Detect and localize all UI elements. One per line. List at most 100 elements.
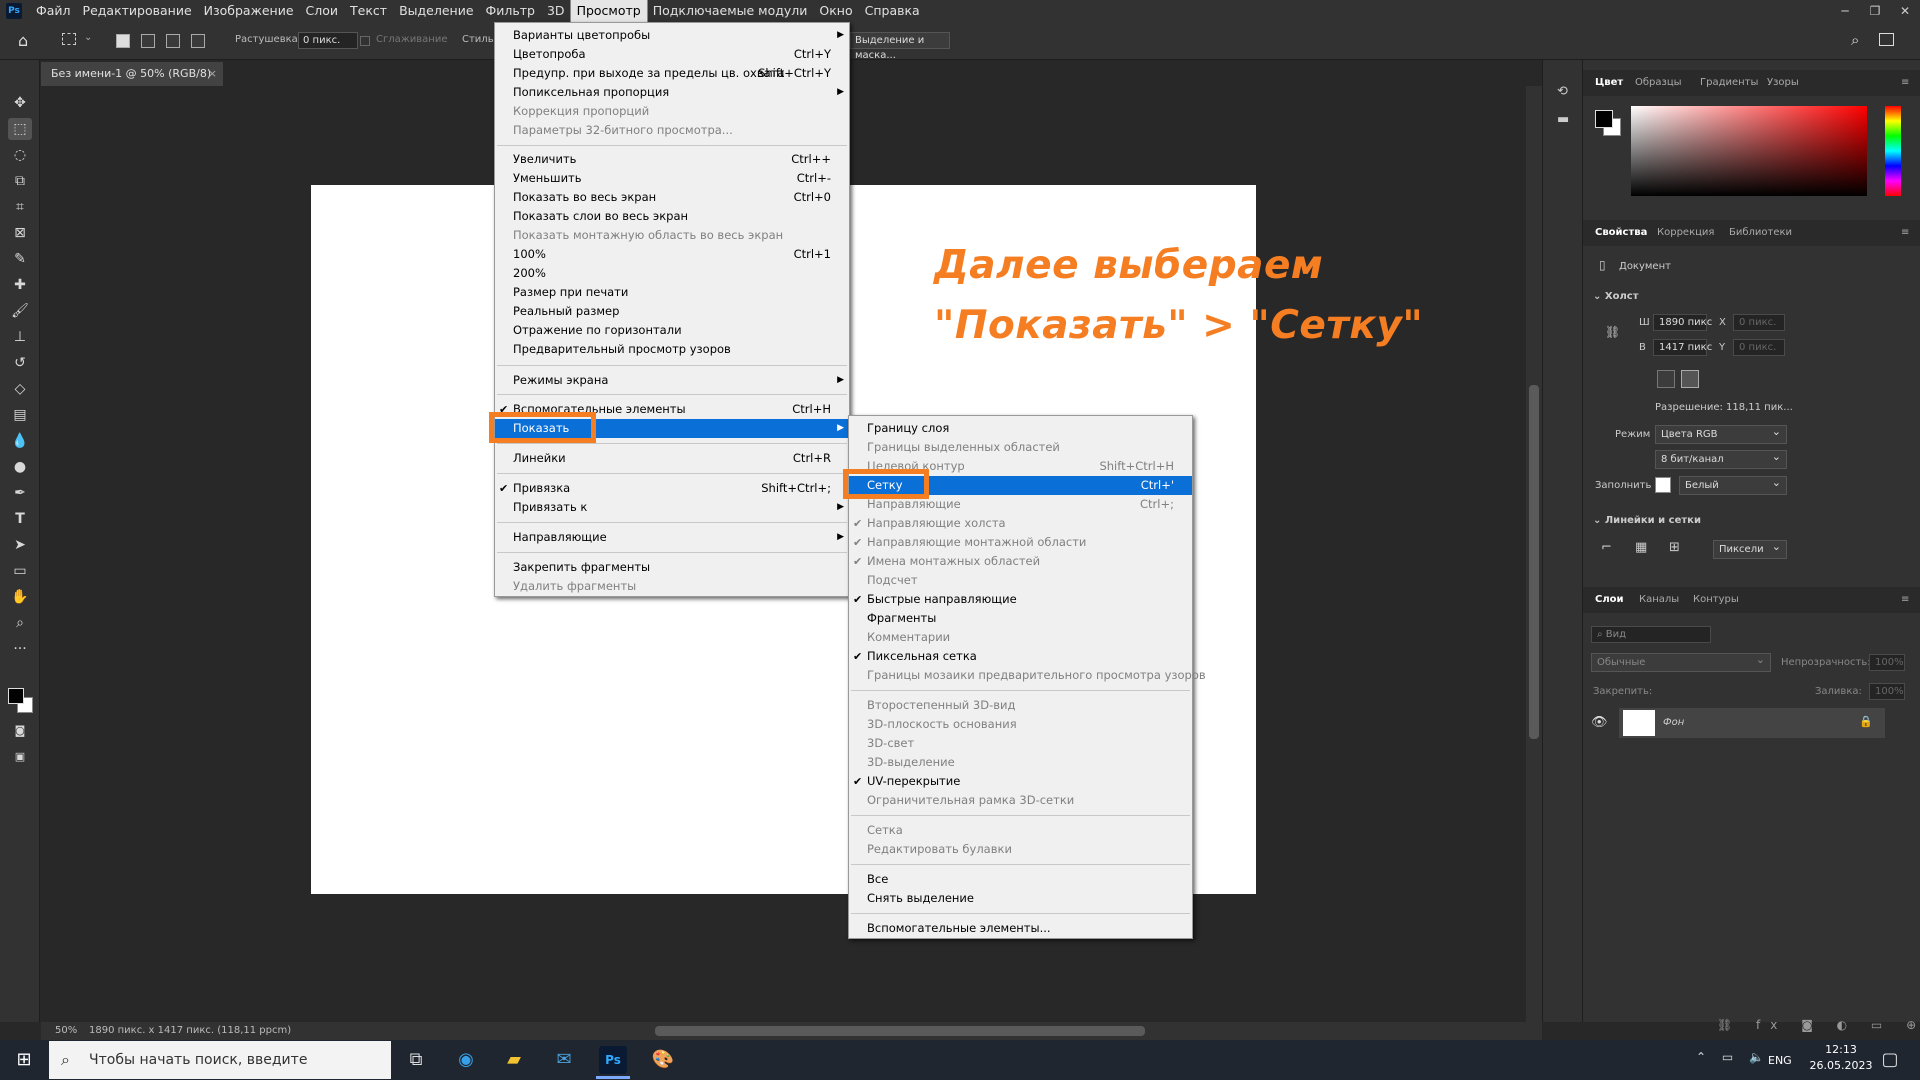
rulers-section-header[interactable]: ⌄ Линейки и сетки bbox=[1593, 515, 1701, 526]
tab-gradients[interactable]: Градиенты bbox=[1700, 70, 1758, 96]
taskbar-search[interactable]: ⌕ Чтобы начать поиск, введите bbox=[49, 1041, 391, 1079]
close-icon[interactable]: ✕ bbox=[1890, 0, 1920, 22]
menu-0[interactable]: Файл bbox=[30, 0, 77, 22]
more-tools-icon[interactable]: ··· bbox=[8, 638, 32, 660]
view_menu-item[interactable]: Показать во весь экран Ctrl+0 bbox=[495, 188, 849, 207]
view_menu-item[interactable]: Предварительный просмотр узоров bbox=[495, 340, 849, 359]
layer-row[interactable]: 👁 Фон 🔒 bbox=[1591, 708, 1885, 738]
view_menu-item[interactable]: Варианты цветопробы ▶ bbox=[495, 26, 849, 45]
menu-8[interactable]: Просмотр bbox=[569, 0, 648, 23]
lasso-tool-icon[interactable]: ◌ bbox=[8, 144, 32, 166]
menu-1[interactable]: Редактирование bbox=[77, 0, 198, 22]
menu-6[interactable]: Фильтр bbox=[480, 0, 541, 22]
show_submenu-item[interactable]: Вспомогательные элементы... bbox=[849, 919, 1192, 938]
view_menu-item[interactable]: Попиксельная пропорция ▶ bbox=[495, 83, 849, 102]
view_menu-item[interactable]: Увеличить Ctrl++ bbox=[495, 150, 849, 169]
view_menu-item[interactable]: Показать слои во весь экран bbox=[495, 207, 849, 226]
ruler-icon[interactable]: ⌐ bbox=[1601, 540, 1612, 555]
history-brush-icon[interactable]: ↺ bbox=[8, 352, 32, 374]
tab-paths[interactable]: Контуры bbox=[1693, 587, 1739, 613]
hue-slider[interactable] bbox=[1885, 106, 1901, 196]
healing-tool-icon[interactable]: ✚ bbox=[8, 274, 32, 296]
history-icon[interactable]: ⟲ bbox=[1557, 84, 1568, 99]
quick-mask-icon[interactable]: ◙ bbox=[8, 720, 32, 742]
photoshop-taskbar-icon[interactable]: Ps bbox=[599, 1046, 627, 1074]
fill-dropdown[interactable]: Белый bbox=[1679, 474, 1787, 495]
y-field[interactable]: 0 пикс. bbox=[1733, 339, 1785, 356]
minimize-icon[interactable]: ─ bbox=[1830, 0, 1860, 22]
antialias-checkbox[interactable] bbox=[360, 36, 370, 46]
eyedropper-tool-icon[interactable]: ✎ bbox=[8, 248, 32, 270]
paint-app-icon[interactable]: 🎨 bbox=[649, 1046, 677, 1074]
show_submenu-item[interactable]: Фрагменты bbox=[849, 609, 1192, 628]
hand-tool-icon[interactable]: ✋ bbox=[8, 586, 32, 608]
view_menu-item[interactable]: Уменьшить Ctrl+- bbox=[495, 169, 849, 188]
grid-icon[interactable]: ▦ bbox=[1635, 540, 1647, 555]
tab-layers[interactable]: Слои bbox=[1595, 587, 1624, 613]
view_menu-item[interactable]: ✔ Привязка Shift+Ctrl+; bbox=[495, 479, 849, 498]
close-tab-icon[interactable]: × bbox=[208, 62, 217, 86]
menu-7[interactable]: 3D bbox=[541, 0, 571, 22]
guides-icon[interactable]: ⊞ bbox=[1669, 540, 1680, 555]
edge-browser-icon[interactable]: ◉ bbox=[452, 1046, 480, 1074]
blur-tool-icon[interactable]: 💧 bbox=[8, 430, 32, 452]
color-mode-dropdown[interactable]: Цвета RGB bbox=[1655, 423, 1787, 444]
x-field[interactable]: 0 пикс. bbox=[1733, 314, 1785, 331]
bit-depth-dropdown[interactable]: 8 бит/канал bbox=[1655, 448, 1787, 469]
view_menu-item[interactable]: Линейки Ctrl+R bbox=[495, 449, 849, 468]
panel-menu-icon[interactable]: ≡ bbox=[1901, 220, 1909, 246]
portrait-orientation-icon[interactable] bbox=[1657, 370, 1675, 388]
show_submenu-item[interactable]: Границу слоя bbox=[849, 419, 1192, 438]
opacity-field[interactable]: 100% bbox=[1869, 654, 1905, 671]
units-dropdown[interactable]: Пиксели bbox=[1713, 538, 1787, 559]
zoom-tool-icon[interactable]: ⌕ bbox=[8, 612, 32, 634]
fill-opacity-field[interactable]: 100% bbox=[1869, 683, 1905, 700]
layer-name[interactable]: Фон bbox=[1663, 717, 1684, 728]
menu-11[interactable]: Справка bbox=[859, 0, 926, 22]
language-indicator[interactable]: ENG bbox=[1768, 1054, 1792, 1067]
windows-start-icon[interactable]: ⊞ bbox=[10, 1046, 38, 1074]
foreground-color-swatch[interactable] bbox=[8, 688, 24, 704]
tab-properties[interactable]: Свойства bbox=[1595, 220, 1647, 246]
marquee-tool-icon[interactable]: ⬚ bbox=[8, 118, 32, 140]
shape-tool-icon[interactable]: ▭ bbox=[8, 560, 32, 582]
layer-actions-bar[interactable]: ⛓ fx ◙ ◐ ▭ ⊕ 🗑 bbox=[1717, 1018, 1920, 1032]
taskbar-clock[interactable]: 12:13 26.05.2023 bbox=[1806, 1042, 1876, 1074]
blend-mode-dropdown[interactable]: Обычные bbox=[1591, 651, 1771, 672]
width-field[interactable]: 1890 пикс bbox=[1653, 314, 1712, 331]
frame-tool-icon[interactable]: ⊠ bbox=[8, 222, 32, 244]
pen-tool-icon[interactable]: ✒ bbox=[8, 482, 32, 504]
tab-libraries[interactable]: Библиотеки bbox=[1729, 220, 1792, 246]
intersect-selection-icon[interactable] bbox=[191, 34, 205, 48]
menu-2[interactable]: Изображение bbox=[198, 0, 300, 22]
select-mask-button[interactable]: Выделение и маска... bbox=[850, 32, 950, 61]
add-selection-icon[interactable] bbox=[141, 34, 155, 48]
view_menu-item[interactable]: 200% bbox=[495, 264, 849, 283]
search-icon[interactable]: ⌕ bbox=[1851, 31, 1859, 49]
screen-mode-icon[interactable]: ▣ bbox=[8, 746, 32, 768]
feather-input[interactable]: 0 пикс. bbox=[298, 32, 358, 49]
zoom-level[interactable]: 50% bbox=[55, 1022, 77, 1040]
menu-10[interactable]: Окно bbox=[813, 0, 858, 22]
tab-adjustments[interactable]: Коррекция bbox=[1657, 220, 1714, 246]
path-select-icon[interactable]: ➤ bbox=[8, 534, 32, 556]
panel-menu-icon[interactable]: ≡ bbox=[1901, 70, 1909, 96]
view_menu-item[interactable]: Режимы экрана ▶ bbox=[495, 371, 849, 390]
document-tab[interactable]: Без имени-1 @ 50% (RGB/8) × bbox=[41, 62, 223, 86]
menu-5[interactable]: Выделение bbox=[393, 0, 479, 22]
tab-channels[interactable]: Каналы bbox=[1639, 587, 1679, 613]
color-picker-field[interactable] bbox=[1631, 106, 1867, 196]
view_menu-item[interactable]: Предупр. при выходе за пределы цв. охват… bbox=[495, 64, 849, 83]
menu-3[interactable]: Слои bbox=[300, 0, 345, 22]
show_submenu-item[interactable]: Все bbox=[849, 870, 1192, 889]
view_menu-item[interactable]: Отражение по горизонтали bbox=[495, 321, 849, 340]
dodge-tool-icon[interactable]: ● bbox=[8, 456, 32, 478]
new-selection-icon[interactable] bbox=[116, 34, 130, 48]
fill-color-swatch[interactable] bbox=[1655, 477, 1671, 493]
color-foreground-swatch[interactable] bbox=[1595, 110, 1613, 128]
brush-tool-icon[interactable]: 🖌 bbox=[8, 300, 32, 322]
move-tool-icon[interactable]: ✥ bbox=[8, 92, 32, 114]
home-icon[interactable]: ⌂ bbox=[18, 31, 28, 50]
view_menu-item[interactable]: Закрепить фрагменты bbox=[495, 558, 849, 577]
restore-icon[interactable]: ❐ bbox=[1860, 0, 1890, 22]
